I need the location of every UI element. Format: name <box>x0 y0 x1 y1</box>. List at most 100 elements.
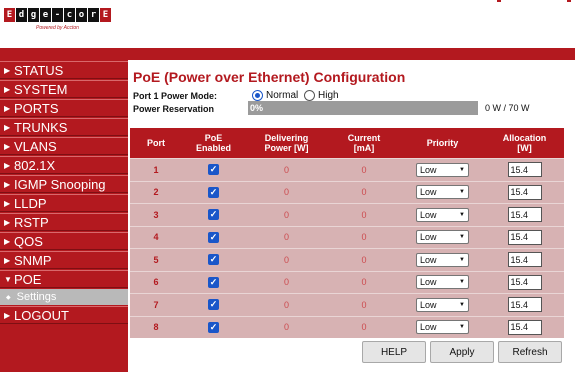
priority-select[interactable]: Low ▼ <box>416 297 469 312</box>
logo-tagline: Powered by Accton <box>36 25 79 31</box>
sidebar-item-status[interactable]: ▶ STATUS <box>0 61 128 79</box>
power-mode-high-radio[interactable]: High <box>304 90 339 101</box>
triangle-right-icon: ▶ <box>4 84 11 94</box>
poe-enabled-checkbox[interactable]: ✓ <box>208 186 219 198</box>
priority-select[interactable]: Low ▼ <box>416 207 469 222</box>
sidebar-item-snmp[interactable]: ▶ SNMP <box>0 251 128 269</box>
sidebar-item-qos[interactable]: ▶ QOS <box>0 232 128 250</box>
port-number: 3 <box>153 209 159 220</box>
poe-enabled-checkbox[interactable]: ✓ <box>208 276 219 288</box>
power-mode-normal-radio[interactable]: Normal <box>252 90 298 101</box>
logo-letter: d <box>16 8 27 22</box>
table-row: 1 ✓ 0 0 Low ▼ 15.4 <box>130 158 564 181</box>
poe-enabled-checkbox[interactable]: ✓ <box>208 231 219 243</box>
priority-cell: Low ▼ <box>400 162 485 177</box>
priority-select[interactable]: Low ▼ <box>416 162 469 177</box>
allocation-cell: 15.4 <box>485 274 564 290</box>
poe-enabled-checkbox[interactable]: ✓ <box>208 299 219 311</box>
priority-cell: Low ▼ <box>400 185 485 200</box>
triangle-right-icon: ▶ <box>4 160 11 170</box>
poe-enabled-cell: ✓ <box>182 321 245 333</box>
chevron-down-icon: ▼ <box>459 189 465 196</box>
top-banner: Edge-corE Powered by Accton <box>0 0 575 48</box>
current-value: 0 <box>361 187 367 198</box>
priority-select[interactable]: Low ▼ <box>416 275 469 290</box>
header-current: Current [mA] <box>347 133 381 153</box>
radio-selected-icon <box>252 90 263 101</box>
poe-enabled-checkbox[interactable]: ✓ <box>208 164 219 176</box>
triangle-right-icon: ▶ <box>4 65 11 75</box>
sidebar-item-igmp-snooping[interactable]: ▶ IGMP Snooping <box>0 175 128 193</box>
logo-letter: E <box>100 8 111 22</box>
priority-select[interactable]: Low ▼ <box>416 230 469 245</box>
priority-select[interactable]: Low ▼ <box>416 320 469 335</box>
current-value: 0 <box>361 254 367 265</box>
sidebar-subitem-settings[interactable]: ◆ Settings <box>0 289 128 305</box>
logo-letter: e <box>40 8 51 22</box>
sidebar-nav: ▶ STATUS ▶ SYSTEM ▶ PORTS ▶ TRUNKS ▶ VLANS ▶ 8… <box>0 60 128 372</box>
allocation-input[interactable]: 15.4 <box>507 207 542 223</box>
priority-select[interactable]: Low ▼ <box>416 252 469 267</box>
sidebar-item-rstp[interactable]: ▶ RSTP <box>0 213 128 231</box>
table-row: 3 ✓ 0 0 Low ▼ 15.4 <box>130 203 564 226</box>
logo-letter: c <box>64 8 75 22</box>
poe-enabled-checkbox[interactable]: ✓ <box>208 209 219 221</box>
allocation-input[interactable]: 15.4 <box>507 162 542 178</box>
delivering-power-value: 0 <box>283 187 289 198</box>
refresh-button[interactable]: Refresh <box>498 341 562 363</box>
logo-letter: g <box>28 8 39 22</box>
chevron-down-icon: ▼ <box>459 324 465 331</box>
sidebar-item-label: LOGOUT <box>14 307 69 323</box>
current-value: 0 <box>361 232 367 243</box>
delivering-power-value: 0 <box>283 232 289 243</box>
current-value: 0 <box>361 164 367 175</box>
sidebar-item-system[interactable]: ▶ SYSTEM <box>0 80 128 98</box>
table-row: 2 ✓ 0 0 Low ▼ 15.4 <box>130 180 564 203</box>
sidebar-item-vlans[interactable]: ▶ VLANS <box>0 137 128 155</box>
sidebar-item-trunks[interactable]: ▶ TRUNKS <box>0 118 128 136</box>
sidebar-item-label: VLANS <box>14 138 57 154</box>
sidebar-item-label: POE <box>14 271 42 287</box>
power-mode-label: Port 1 Power Mode: <box>133 91 218 101</box>
chevron-down-icon: ▼ <box>459 211 465 218</box>
header-port: Port <box>147 138 165 148</box>
port-number: 4 <box>153 232 159 243</box>
priority-select[interactable]: Low ▼ <box>416 185 469 200</box>
sidebar-item-ports[interactable]: ▶ PORTS <box>0 99 128 117</box>
apply-button[interactable]: Apply <box>430 341 494 363</box>
sidebar-item-logout[interactable]: ▶ LOGOUT <box>0 306 128 324</box>
help-button[interactable]: HELP <box>362 341 426 363</box>
allocation-input[interactable]: 15.4 <box>507 274 542 290</box>
allocation-input[interactable]: 15.4 <box>507 297 542 313</box>
allocation-input[interactable]: 15.4 <box>507 319 542 335</box>
allocation-input[interactable]: 15.4 <box>507 252 542 268</box>
triangle-right-icon: ▶ <box>4 236 11 246</box>
allocation-input[interactable]: 15.4 <box>507 184 542 200</box>
logo-letter: - <box>52 8 63 22</box>
poe-enabled-checkbox[interactable]: ✓ <box>208 321 219 333</box>
priority-cell: Low ▼ <box>400 320 485 335</box>
power-mode-option-label: High <box>318 90 339 101</box>
logo-letter: r <box>88 8 99 22</box>
poe-enabled-checkbox[interactable]: ✓ <box>208 254 219 266</box>
delivering-power-value: 0 <box>283 277 289 288</box>
port-number: 6 <box>153 277 159 288</box>
poe-enabled-cell: ✓ <box>182 254 245 266</box>
poe-enabled-cell: ✓ <box>182 276 245 288</box>
allocation-input[interactable]: 15.4 <box>507 229 542 245</box>
logo-letter: o <box>76 8 87 22</box>
top-accent-mark <box>567 0 571 2</box>
allocation-cell: 15.4 <box>485 162 564 178</box>
current-value: 0 <box>361 277 367 288</box>
chevron-down-icon: ▼ <box>459 234 465 241</box>
header-poe-enabled: PoE Enabled <box>195 133 231 153</box>
sidebar-item-label: QOS <box>14 233 43 249</box>
sidebar-item-8021x[interactable]: ▶ 802.1X <box>0 156 128 174</box>
sidebar-item-poe[interactable]: ▼ POE <box>0 270 128 288</box>
allocation-cell: 15.4 <box>485 297 564 313</box>
sidebar-item-lldp[interactable]: ▶ LLDP <box>0 194 128 212</box>
triangle-right-icon: ▶ <box>4 179 11 189</box>
triangle-right-icon: ▶ <box>4 141 11 151</box>
sidebar-item-label: 802.1X <box>14 157 56 173</box>
allocation-cell: 15.4 <box>485 319 564 335</box>
